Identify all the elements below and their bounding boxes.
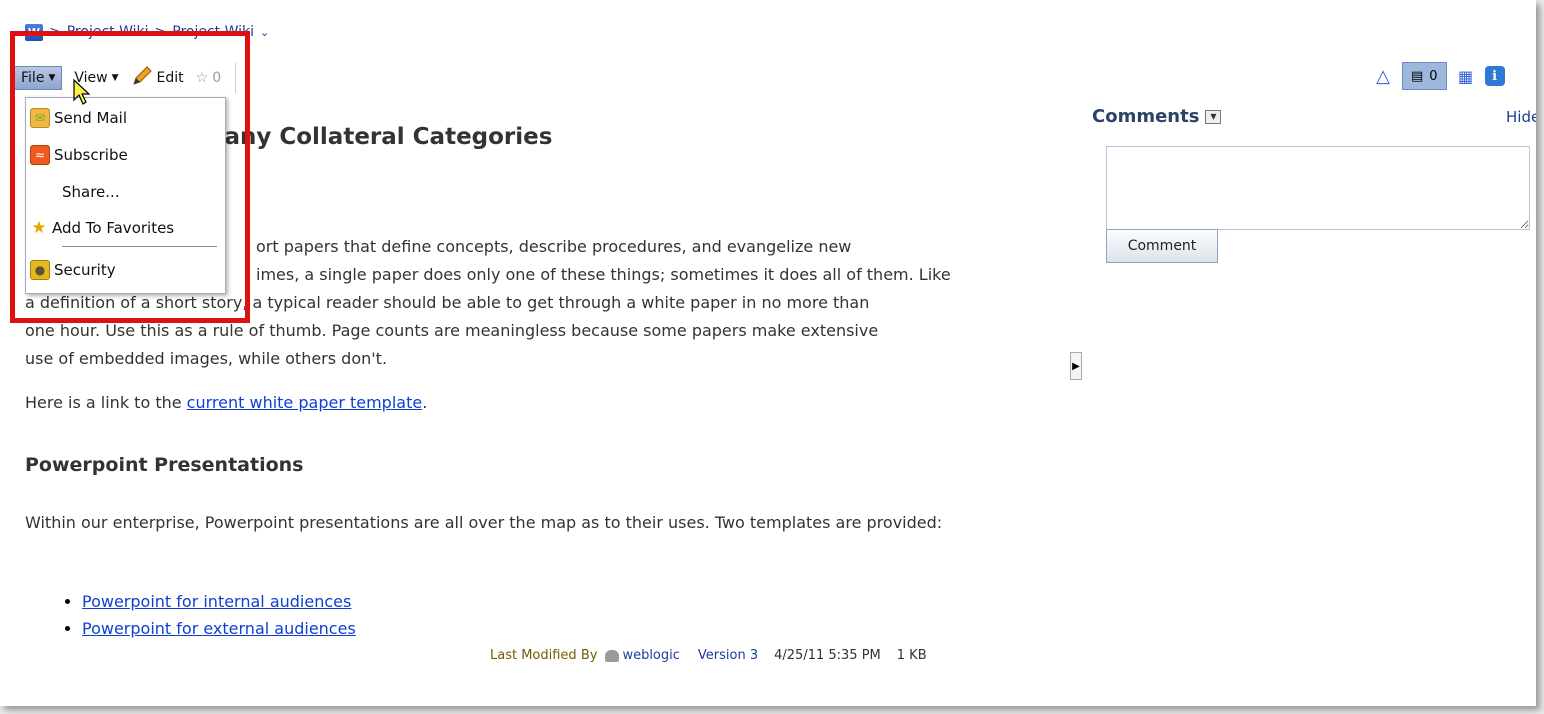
para-line: use of embedded images, while others don… (25, 349, 388, 368)
network-icon[interactable]: △ (1372, 65, 1394, 87)
para-text: . (422, 393, 428, 412)
red-highlight-box (10, 31, 250, 323)
dropdown-icon[interactable]: ▼ (1205, 109, 1222, 124)
powerpoint-internal-link[interactable]: Powerpoint for internal audiences (82, 592, 351, 611)
hide-comments-link[interactable]: Hide (1506, 108, 1536, 126)
speech-bubble-icon: ▤ (1411, 68, 1424, 84)
modified-date: 4/25/11 5:35 PM (774, 648, 881, 663)
version-link[interactable]: Version 3 (698, 648, 758, 663)
chevron-down-icon[interactable]: ⌄ (260, 26, 269, 39)
white-paper-template-link[interactable]: current white paper template (187, 393, 423, 412)
chat-icon[interactable]: ▦ (1455, 65, 1477, 87)
last-modified-label: Last Modified By (490, 648, 598, 663)
powerpoint-external-link[interactable]: Powerpoint for external audiences (82, 619, 356, 638)
right-toolbar: △ ▤ 0 ▦ i (1372, 60, 1505, 92)
section-heading: Powerpoint Presentations (25, 454, 304, 476)
comments-toggle-button[interactable]: ▤ 0 (1402, 62, 1447, 90)
user-icon (605, 649, 620, 662)
file-size: 1 KB (896, 648, 927, 663)
pane-splitter-handle[interactable]: ▶ (1070, 352, 1082, 380)
page-title: pany Collateral Categories (208, 124, 553, 150)
comment-button[interactable]: Comment (1106, 229, 1218, 263)
user-name: weblogic (622, 648, 680, 663)
comments-title: Comments (1092, 106, 1200, 127)
powerpoint-paragraph: Within our enterprise, Powerpoint presen… (25, 513, 943, 532)
page-footer: Last Modified By weblogic Version 3 4/25… (490, 648, 927, 663)
template-link-paragraph: Here is a link to the current white pape… (25, 393, 427, 412)
triangle-right-icon: ▶ (1072, 360, 1080, 372)
modified-by-user[interactable]: weblogic (605, 648, 680, 663)
comments-count: 0 (1429, 68, 1438, 84)
powerpoint-links-list: Powerpoint for internal audiences Powerp… (82, 588, 356, 642)
info-icon[interactable]: i (1484, 66, 1505, 86)
comments-header: Comments ▼ (1092, 106, 1222, 127)
list-item: Powerpoint for internal audiences (82, 588, 356, 615)
para-text: Here is a link to the (25, 393, 187, 412)
wiki-page: W > Project Wiki > Project Wiki ⌄ File ▼… (0, 0, 1536, 706)
comment-input[interactable] (1106, 146, 1530, 230)
list-item: Powerpoint for external audiences (82, 615, 356, 642)
